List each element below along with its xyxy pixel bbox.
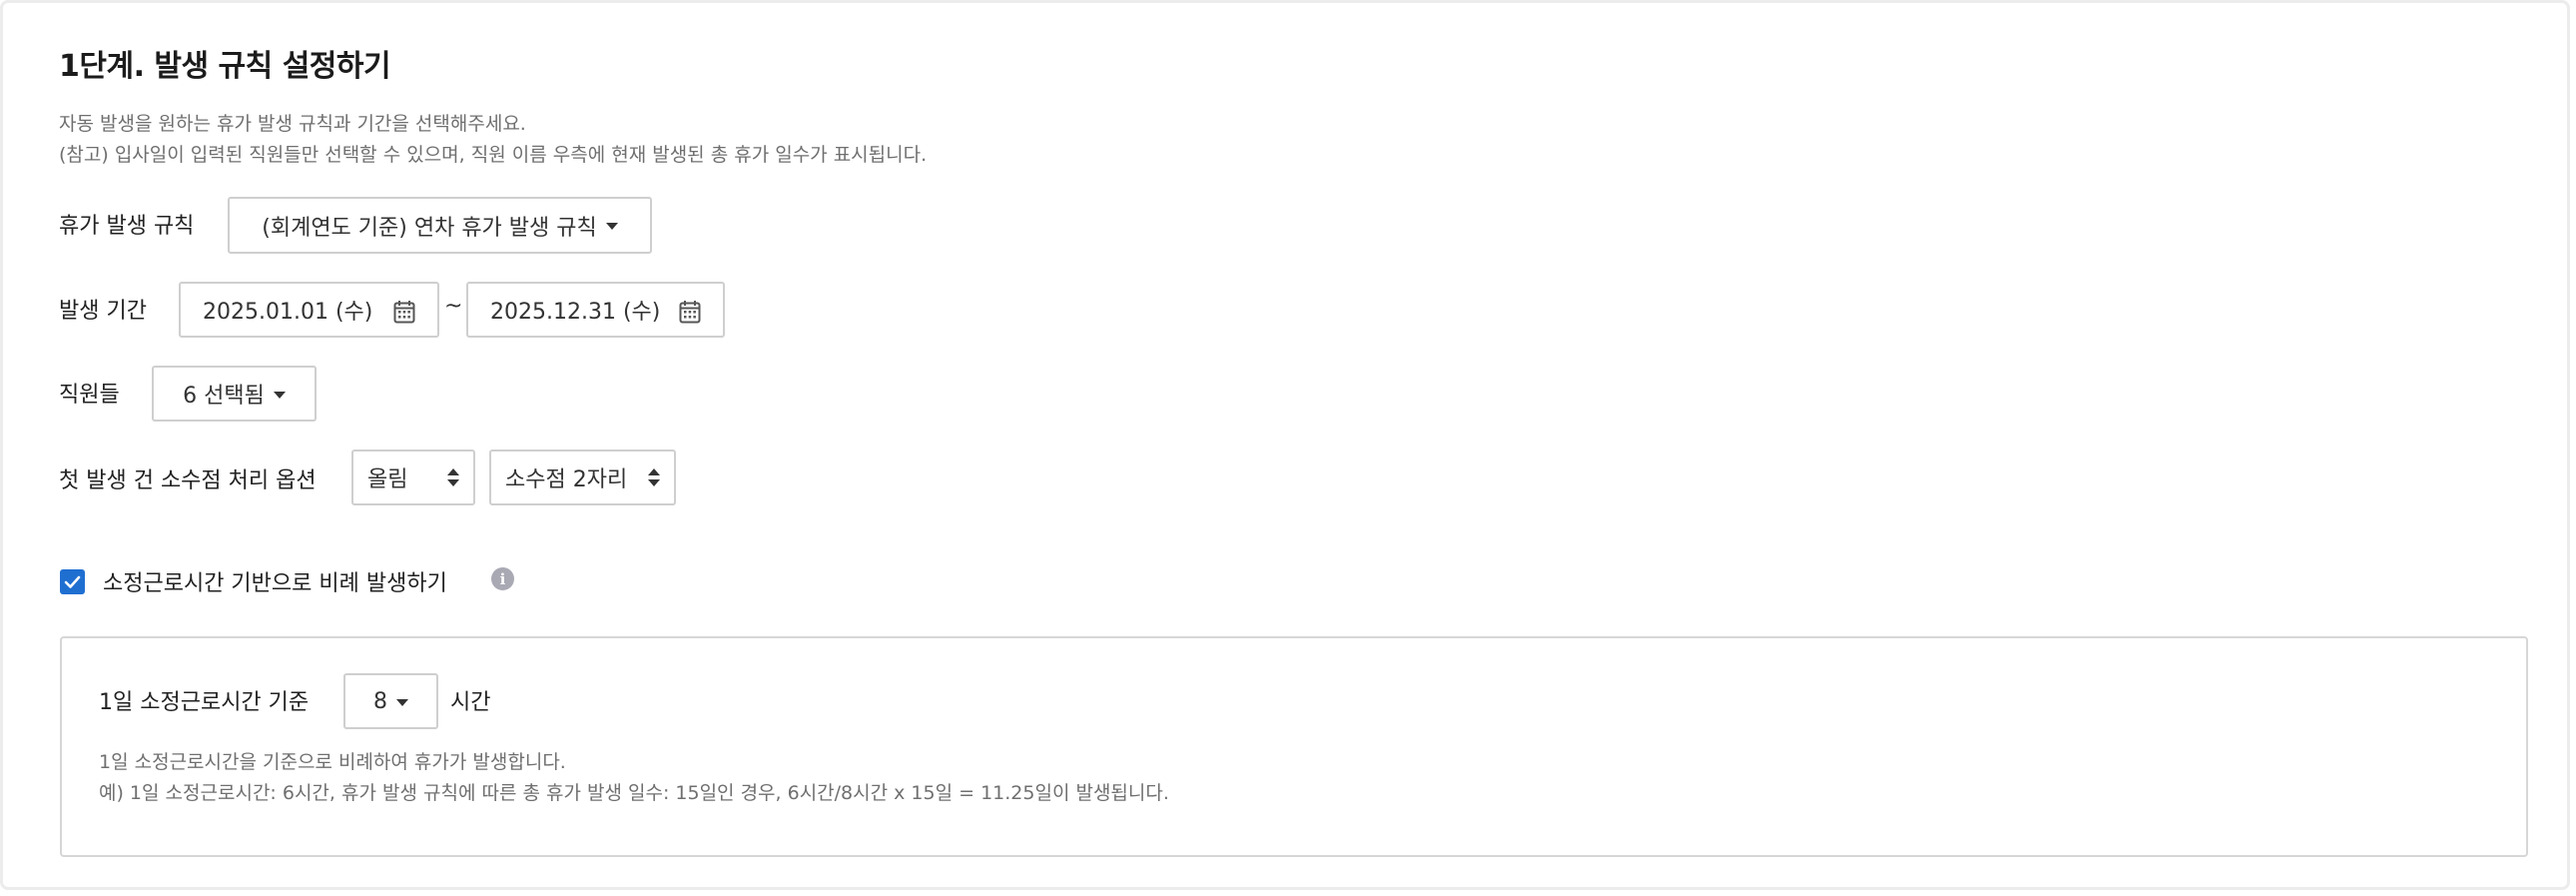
rounding-label: 첫 발생 건 소수점 처리 옵션: [59, 468, 317, 493]
work-hours-desc-line1: 1일 소정근로시간을 기준으로 비례하여 휴가가 발생합니다.: [99, 751, 566, 773]
proportional-label[interactable]: 소정근로시간 기반으로 비례 발생하기: [103, 565, 447, 597]
work-hours-label: 1일 소정근로시간 기준: [99, 690, 310, 715]
employees-dropdown-value: 6 선택됨: [183, 384, 265, 409]
sort-updown-icon: [447, 468, 459, 488]
rule-label: 휴가 발생 규칙: [59, 214, 195, 239]
employees-dropdown[interactable]: 6 선택됨: [152, 366, 317, 422]
calendar-icon[interactable]: [679, 300, 701, 324]
rounding-method-select[interactable]: 올림: [351, 449, 475, 505]
caret-down-icon: [605, 223, 618, 230]
period-separator: ~: [444, 294, 463, 319]
end-date-value: 2025.12.31 (수): [490, 300, 661, 325]
section-title: 1단계. 발생 규칙 설정하기: [59, 49, 391, 84]
rounding-method-value: 올림: [367, 467, 408, 492]
rounding-precision-value: 소수점 2자리: [505, 467, 628, 492]
work-hours-value: 8: [373, 688, 387, 714]
caret-down-icon: [396, 698, 408, 706]
caret-down-icon: [273, 391, 286, 399]
section-desc-line2: (참고) 입사일이 입력된 직원들만 선택할 수 있으며, 직원 이름 우측에 …: [59, 144, 928, 166]
start-date-input[interactable]: 2025.01.01 (수): [179, 282, 439, 338]
rule-dropdown[interactable]: (회계연도 기준) 연차 휴가 발생 규칙: [228, 197, 652, 254]
period-label: 발생 기간: [59, 299, 147, 324]
work-hours-desc-line2: 예) 1일 소정근로시간: 6시간, 휴가 발생 규칙에 따른 총 휴가 발생 …: [99, 782, 1169, 804]
employees-label: 직원들: [59, 383, 120, 408]
end-date-input[interactable]: 2025.12.31 (수): [466, 282, 725, 338]
step1-card: 1단계. 발생 규칙 설정하기 자동 발생을 원하는 휴가 발생 규칙과 기간을…: [0, 0, 2570, 890]
rule-dropdown-value: (회계연도 기준) 연차 휴가 발생 규칙: [262, 215, 597, 241]
info-icon[interactable]: i: [491, 567, 514, 590]
work-hours-unit: 시간: [450, 690, 491, 715]
checkmark-icon: [64, 575, 81, 588]
proportional-checkbox[interactable]: [60, 569, 85, 594]
start-date-value: 2025.01.01 (수): [203, 300, 373, 325]
work-hours-panel: 1일 소정근로시간 기준 8 시간 1일 소정근로시간을 기준으로 비례하여 휴…: [60, 636, 2528, 857]
calendar-icon[interactable]: [393, 300, 415, 324]
work-hours-dropdown[interactable]: 8: [343, 673, 438, 729]
rounding-precision-select[interactable]: 소수점 2자리: [489, 449, 676, 505]
sort-updown-icon: [648, 468, 660, 488]
section-desc-line1: 자동 발생을 원하는 휴가 발생 규칙과 기간을 선택해주세요.: [59, 113, 526, 135]
